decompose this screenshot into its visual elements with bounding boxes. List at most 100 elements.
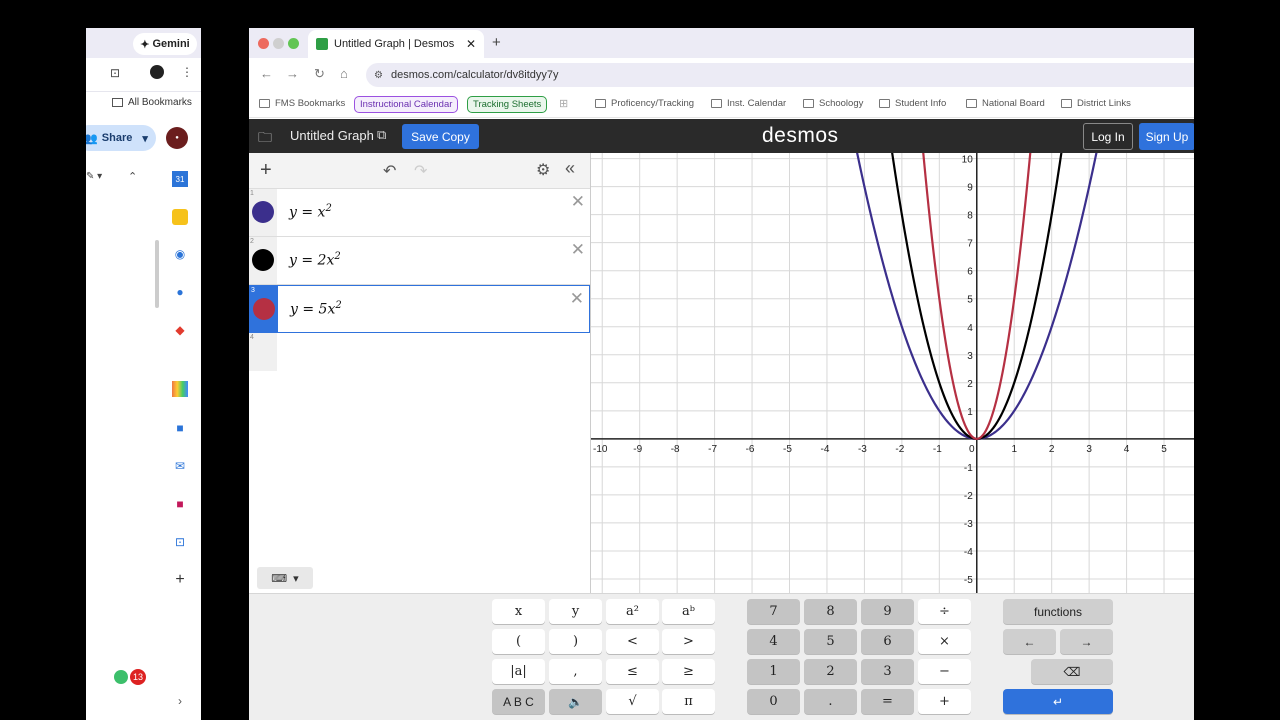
expression-row-active[interactable]: 3 y = 5x2 ✕ bbox=[249, 285, 590, 333]
keypad-key[interactable]: 2 bbox=[804, 659, 857, 684]
keep-icon[interactable] bbox=[172, 209, 188, 225]
expression-math[interactable]: y = 2x2 bbox=[289, 251, 341, 269]
maps-icon[interactable]: ◆ bbox=[172, 322, 188, 338]
docs-icon[interactable]: ■ bbox=[172, 420, 188, 436]
keypad-key[interactable]: − bbox=[918, 659, 971, 684]
keypad-key[interactable]: + bbox=[918, 689, 971, 714]
chevron-up-icon[interactable]: ⌃ bbox=[128, 170, 137, 183]
bookmark-proficency[interactable]: Proficency/Tracking bbox=[595, 98, 694, 109]
empty-expression-gutter[interactable]: 4 bbox=[249, 333, 277, 371]
app-icon[interactable] bbox=[172, 381, 188, 397]
maximize-window-button[interactable] bbox=[288, 38, 299, 49]
keypad-key[interactable]: √ bbox=[606, 689, 659, 714]
gemini-button[interactable]: ✦ Gemini bbox=[133, 33, 197, 55]
graph-canvas[interactable]: -10 -9 -8 -7 -6 -5 -4 -3 -2 -1 0 1 2 3 4 5-5-4-3-2-1123… bbox=[591, 153, 1194, 593]
keypad-key[interactable]: 7 bbox=[747, 599, 800, 624]
undo-icon[interactable]: ↶ bbox=[383, 161, 396, 181]
minimize-window-button[interactable] bbox=[273, 38, 284, 49]
bookmark-student-info[interactable]: Student Info bbox=[879, 98, 946, 109]
keypad-key[interactable]: x bbox=[492, 599, 545, 624]
keypad-key[interactable]: , bbox=[549, 659, 602, 684]
delete-expression-icon[interactable]: ✕ bbox=[570, 289, 584, 309]
wave-icon[interactable] bbox=[252, 249, 274, 271]
keypad-key[interactable]: = bbox=[861, 689, 914, 714]
office-icon[interactable]: ■ bbox=[172, 496, 188, 512]
tab-search-icon[interactable]: ⊡ bbox=[110, 66, 120, 80]
keypad-key[interactable]: 3 bbox=[861, 659, 914, 684]
keyboard-toggle-button[interactable]: ⌨ ▾ bbox=[257, 567, 313, 589]
notification-badge[interactable]: 13 bbox=[114, 667, 146, 689]
backspace-button[interactable]: ⌫ bbox=[1031, 659, 1113, 684]
close-icon[interactable]: ✕ bbox=[466, 37, 476, 51]
bookmark-national-board[interactable]: National Board bbox=[966, 98, 1045, 109]
graph-title[interactable]: Untitled Graph bbox=[290, 128, 374, 143]
url-bar[interactable]: ⚙ desmos.com/calculator/dv8itdyy7y bbox=[366, 63, 1194, 87]
mail-icon[interactable]: ✉ bbox=[172, 458, 188, 474]
forward-icon[interactable]: → bbox=[286, 66, 299, 81]
redo-icon[interactable]: ↷ bbox=[414, 161, 427, 181]
chevron-right-icon[interactable]: › bbox=[178, 694, 182, 708]
apps-grid-icon[interactable]: ⊞ bbox=[559, 97, 568, 110]
bookmark-chip-instructional-calendar[interactable]: Instructional Calendar bbox=[354, 96, 459, 113]
keypad-key[interactable]: 4 bbox=[747, 629, 800, 654]
delete-expression-icon[interactable]: ✕ bbox=[571, 240, 585, 260]
bookmark-district-links[interactable]: District Links bbox=[1061, 98, 1131, 109]
expression-row[interactable]: 2 y = 2x2 ✕ bbox=[249, 237, 590, 285]
screenshot-icon[interactable]: ⧉ bbox=[377, 127, 386, 143]
keypad-key[interactable]: ≤ bbox=[606, 659, 659, 684]
add-expression-button[interactable]: + bbox=[260, 159, 272, 182]
keypad-key[interactable]: 8 bbox=[804, 599, 857, 624]
share-button[interactable]: 👥 Share ▾ bbox=[86, 125, 156, 151]
keypad-key[interactable]: A B C bbox=[492, 689, 545, 714]
bookmark-schoology[interactable]: Schoology bbox=[803, 98, 863, 109]
keypad-key[interactable]: × bbox=[918, 629, 971, 654]
keypad-key[interactable]: 6 bbox=[861, 629, 914, 654]
back-icon[interactable]: ← bbox=[260, 66, 273, 81]
reload-icon[interactable]: ↻ bbox=[314, 66, 325, 82]
log-in-button[interactable]: Log In bbox=[1083, 123, 1133, 150]
keypad-key[interactable]: 1 bbox=[747, 659, 800, 684]
keypad-key[interactable]: a² bbox=[606, 599, 659, 624]
left-arrow-button[interactable]: ← bbox=[1003, 629, 1056, 654]
bookmark-fms[interactable]: FMS Bookmarks bbox=[259, 98, 345, 109]
keypad-key[interactable]: < bbox=[606, 629, 659, 654]
keypad-key[interactable]: ) bbox=[549, 629, 602, 654]
keypad-key[interactable]: π bbox=[662, 689, 715, 714]
functions-button[interactable]: functions bbox=[1003, 599, 1113, 624]
keypad-key[interactable]: > bbox=[662, 629, 715, 654]
expression-row[interactable]: 1 y = x2 ✕ bbox=[249, 189, 590, 237]
keypad-key[interactable]: y bbox=[549, 599, 602, 624]
keypad-key[interactable]: 🔈 bbox=[549, 689, 602, 714]
keypad-key[interactable]: ≥ bbox=[662, 659, 715, 684]
folder-open-icon[interactable]: 🗀 bbox=[258, 127, 272, 151]
keypad-key[interactable]: 0 bbox=[747, 689, 800, 714]
enter-button[interactable]: ↵ bbox=[1003, 689, 1113, 714]
bookmark-inst-calendar[interactable]: Inst. Calendar bbox=[711, 98, 786, 109]
save-copy-button[interactable]: Save Copy bbox=[402, 124, 479, 149]
avatar[interactable]: ● bbox=[166, 127, 188, 149]
keypad-key[interactable]: 9 bbox=[861, 599, 914, 624]
keypad-key[interactable]: ( bbox=[492, 629, 545, 654]
close-window-button[interactable] bbox=[258, 38, 269, 49]
keypad-key[interactable]: 5 bbox=[804, 629, 857, 654]
bookmark-chip-tracking-sheets[interactable]: Tracking Sheets bbox=[467, 96, 548, 113]
expression-math[interactable]: y = x2 bbox=[289, 203, 332, 221]
right-arrow-button[interactable]: → bbox=[1060, 629, 1113, 654]
keypad-key[interactable]: ÷ bbox=[918, 599, 971, 624]
sign-up-button[interactable]: Sign Up bbox=[1139, 123, 1194, 150]
new-tab-button[interactable]: + bbox=[492, 34, 501, 51]
calendar-icon[interactable]: 31 bbox=[172, 171, 188, 187]
delete-expression-icon[interactable]: ✕ bbox=[571, 192, 585, 212]
tab-desmos[interactable]: Untitled Graph | Desmos ✕ bbox=[308, 30, 484, 58]
tasks-icon[interactable]: ◉ bbox=[172, 246, 188, 262]
collapse-list-icon[interactable]: « bbox=[565, 158, 575, 179]
plus-icon[interactable]: + bbox=[172, 571, 188, 588]
wave-icon[interactable] bbox=[252, 201, 274, 223]
keypad-key[interactable]: |a| bbox=[492, 659, 545, 684]
site-info-icon[interactable]: ⚙ bbox=[374, 70, 383, 81]
keypad-key[interactable]: . bbox=[804, 689, 857, 714]
keypad-key[interactable]: aᵇ bbox=[662, 599, 715, 624]
wave-icon[interactable] bbox=[253, 298, 275, 320]
pencil-icon[interactable]: ✎ ▾ bbox=[86, 171, 102, 182]
home-icon[interactable]: ⌂ bbox=[340, 66, 348, 81]
